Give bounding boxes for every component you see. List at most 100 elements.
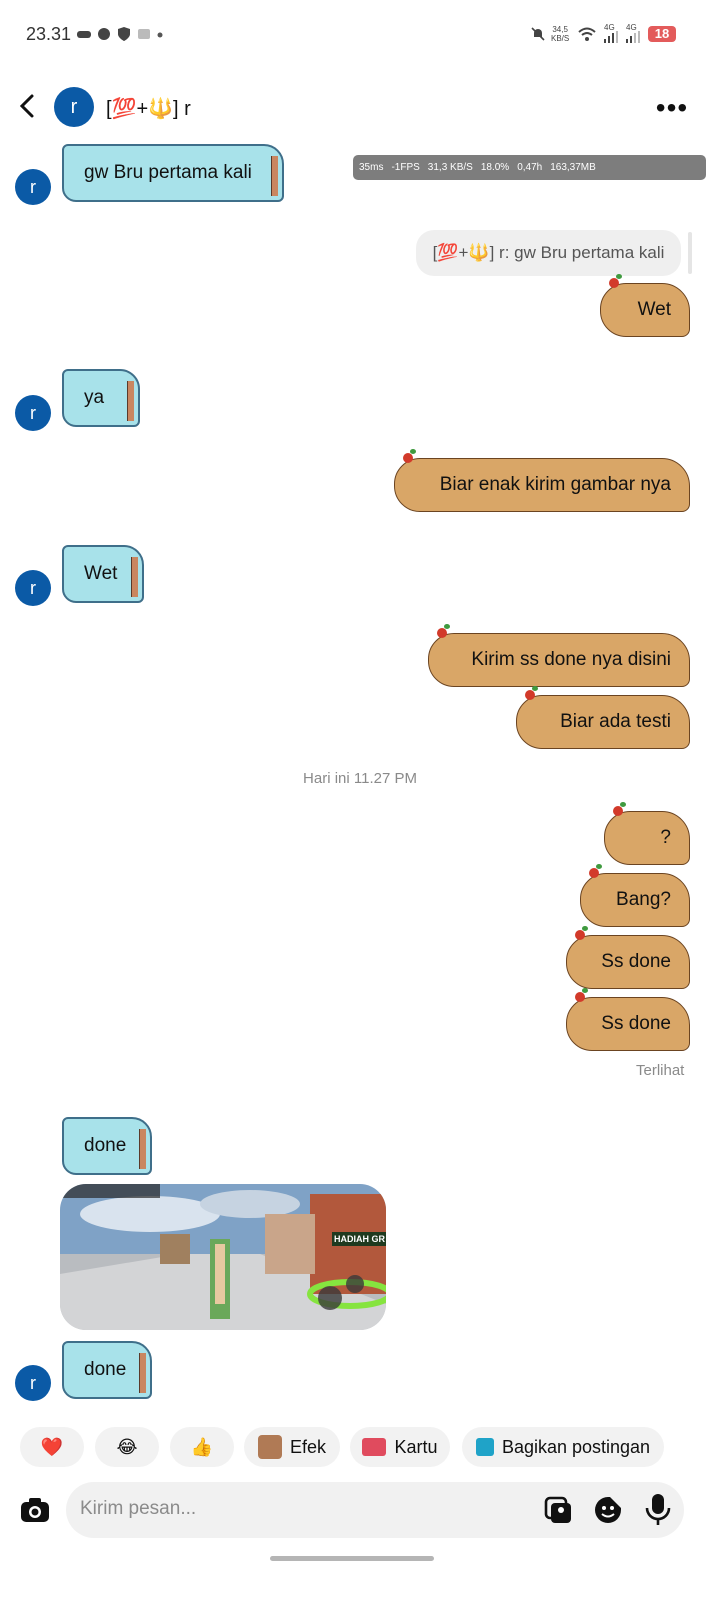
apple-icon (589, 868, 599, 878)
message-text: Ss done (601, 951, 671, 972)
app-icon (138, 29, 150, 39)
speed-value: 31,3 KB/S (427, 162, 473, 173)
message-text: Wet (637, 299, 671, 320)
sticker-spine (271, 156, 278, 196)
leaf-icon (582, 926, 588, 931)
share-icon (475, 1438, 494, 1456)
message-text: ? (660, 827, 671, 848)
heart-glyph: ❤️ (40, 1436, 64, 1457)
message-text: Wet (84, 563, 118, 584)
received-message[interactable]: ya (62, 369, 140, 427)
leaf-icon (620, 802, 626, 807)
leaf-icon (596, 864, 602, 869)
leaf-icon (616, 274, 622, 279)
thumbs-up-icon[interactable]: 👍 (170, 1427, 234, 1467)
share-label: Bagikan postingan (501, 1436, 651, 1457)
wifi-icon (578, 27, 596, 41)
received-message[interactable]: done (62, 1117, 152, 1175)
sender-avatar[interactable]: r (15, 395, 51, 431)
battery-value: 18.0% (480, 162, 510, 173)
signal-icon (604, 31, 618, 43)
apple-icon (613, 806, 623, 816)
status-bar: 23.31 34,5 KB/S 4G 4G 18 (0, 0, 720, 70)
apple-icon (575, 930, 585, 940)
performance-overlay: 35ms -1FPS 31,3 KB/S 18.0% 0,47h 163,37M… (353, 155, 706, 180)
message-input[interactable]: Kirim pesan... (80, 1498, 196, 1520)
thumbs-glyph: 👍 (190, 1436, 214, 1457)
time-value: 0,47h (517, 162, 543, 173)
battery-indicator: 18 (648, 26, 676, 42)
signal-icon-2 (626, 31, 640, 43)
sent-message[interactable]: Ss done (566, 926, 690, 989)
sent-message[interactable]: Biar ada testi (516, 686, 690, 749)
gallery-icon[interactable] (542, 1494, 574, 1526)
heart-icon[interactable]: ❤️ (20, 1427, 84, 1467)
laugh-glyph: 😂 (116, 1436, 138, 1457)
camera-icon[interactable] (18, 1493, 52, 1527)
sender-avatar[interactable]: r (15, 1365, 51, 1401)
card-button[interactable]: Kartu (350, 1427, 450, 1467)
network-speed: 34,5 KB/S (551, 25, 570, 43)
received-message[interactable]: done (62, 1341, 152, 1399)
leaf-icon (582, 988, 588, 993)
effects-button[interactable]: Efek (244, 1427, 340, 1467)
message-text: Bang? (616, 889, 671, 910)
sticker-spine (127, 381, 134, 421)
sent-message[interactable]: Wet (600, 274, 690, 337)
shield-icon (118, 27, 130, 41)
sticker-spine (131, 557, 138, 597)
message-text: Kirim ss done nya disini (471, 649, 671, 670)
card-label: Kartu (394, 1436, 438, 1457)
sent-message[interactable]: Biar enak kirim gambar nya (394, 449, 690, 512)
back-arrow-icon[interactable] (14, 90, 42, 122)
reply-quote[interactable]: [💯+🔱] r: gw Bru pertama kali (416, 230, 681, 276)
microphone-icon[interactable] (644, 1492, 672, 1526)
seen-status: Terlihat (636, 1062, 685, 1079)
time-divider: Hari ini 11.27 PM (303, 770, 417, 787)
image-overlay-text: HADIAH GR (334, 1234, 385, 1244)
apple-icon (437, 628, 447, 638)
sent-message[interactable]: ? (604, 802, 690, 865)
effects-label: Efek (289, 1436, 327, 1457)
message-text: done (84, 1135, 127, 1156)
apple-icon (525, 690, 535, 700)
sender-avatar[interactable]: r (15, 169, 51, 205)
home-indicator[interactable] (270, 1556, 434, 1561)
message-text: Ss done (601, 1013, 671, 1034)
memory-value: 163,37MB (550, 162, 596, 173)
contact-name[interactable]: [💯+🔱] r (106, 96, 191, 121)
received-message[interactable]: gw Bru pertama kali (62, 144, 284, 202)
message-text: Biar enak kirim gambar nya (439, 474, 671, 495)
share-post-button[interactable]: Bagikan postingan (462, 1427, 664, 1467)
message-text: ya (84, 387, 105, 408)
mute-bell-icon (531, 27, 545, 41)
received-message[interactable]: Wet (62, 545, 144, 603)
sent-message[interactable]: Bang? (580, 864, 690, 927)
leaf-icon (410, 449, 416, 454)
apple-icon (575, 992, 585, 1002)
image-message[interactable]: HADIAH GR (60, 1184, 386, 1330)
reply-bar (688, 232, 692, 274)
sender-avatar[interactable]: r (15, 570, 51, 606)
apple-icon (609, 278, 619, 288)
apple-icon (403, 453, 413, 463)
sticker-icon[interactable] (592, 1494, 624, 1526)
sticker-spine (139, 1353, 146, 1393)
status-time: 23.31 (26, 24, 72, 44)
laugh-icon[interactable]: 😂 (95, 1427, 159, 1467)
message-text: done (84, 1359, 127, 1380)
message-text: gw Bru pertama kali (84, 162, 252, 183)
effects-icon (257, 1435, 282, 1459)
leaf-icon (532, 686, 538, 691)
game-controller-icon (77, 31, 91, 38)
more-options-icon[interactable]: ••• (652, 92, 692, 123)
leaf-icon (444, 624, 450, 629)
dot-icon (157, 32, 163, 38)
card-icon (362, 1438, 387, 1456)
message-text: Biar ada testi (560, 711, 671, 732)
sent-message[interactable]: Ss done (566, 988, 690, 1051)
sent-message[interactable]: Kirim ss done nya disini (428, 624, 690, 687)
contact-avatar[interactable]: r (54, 87, 94, 127)
ping-value: 35ms (359, 162, 384, 173)
game-screenshot: HADIAH GR (60, 1184, 386, 1330)
